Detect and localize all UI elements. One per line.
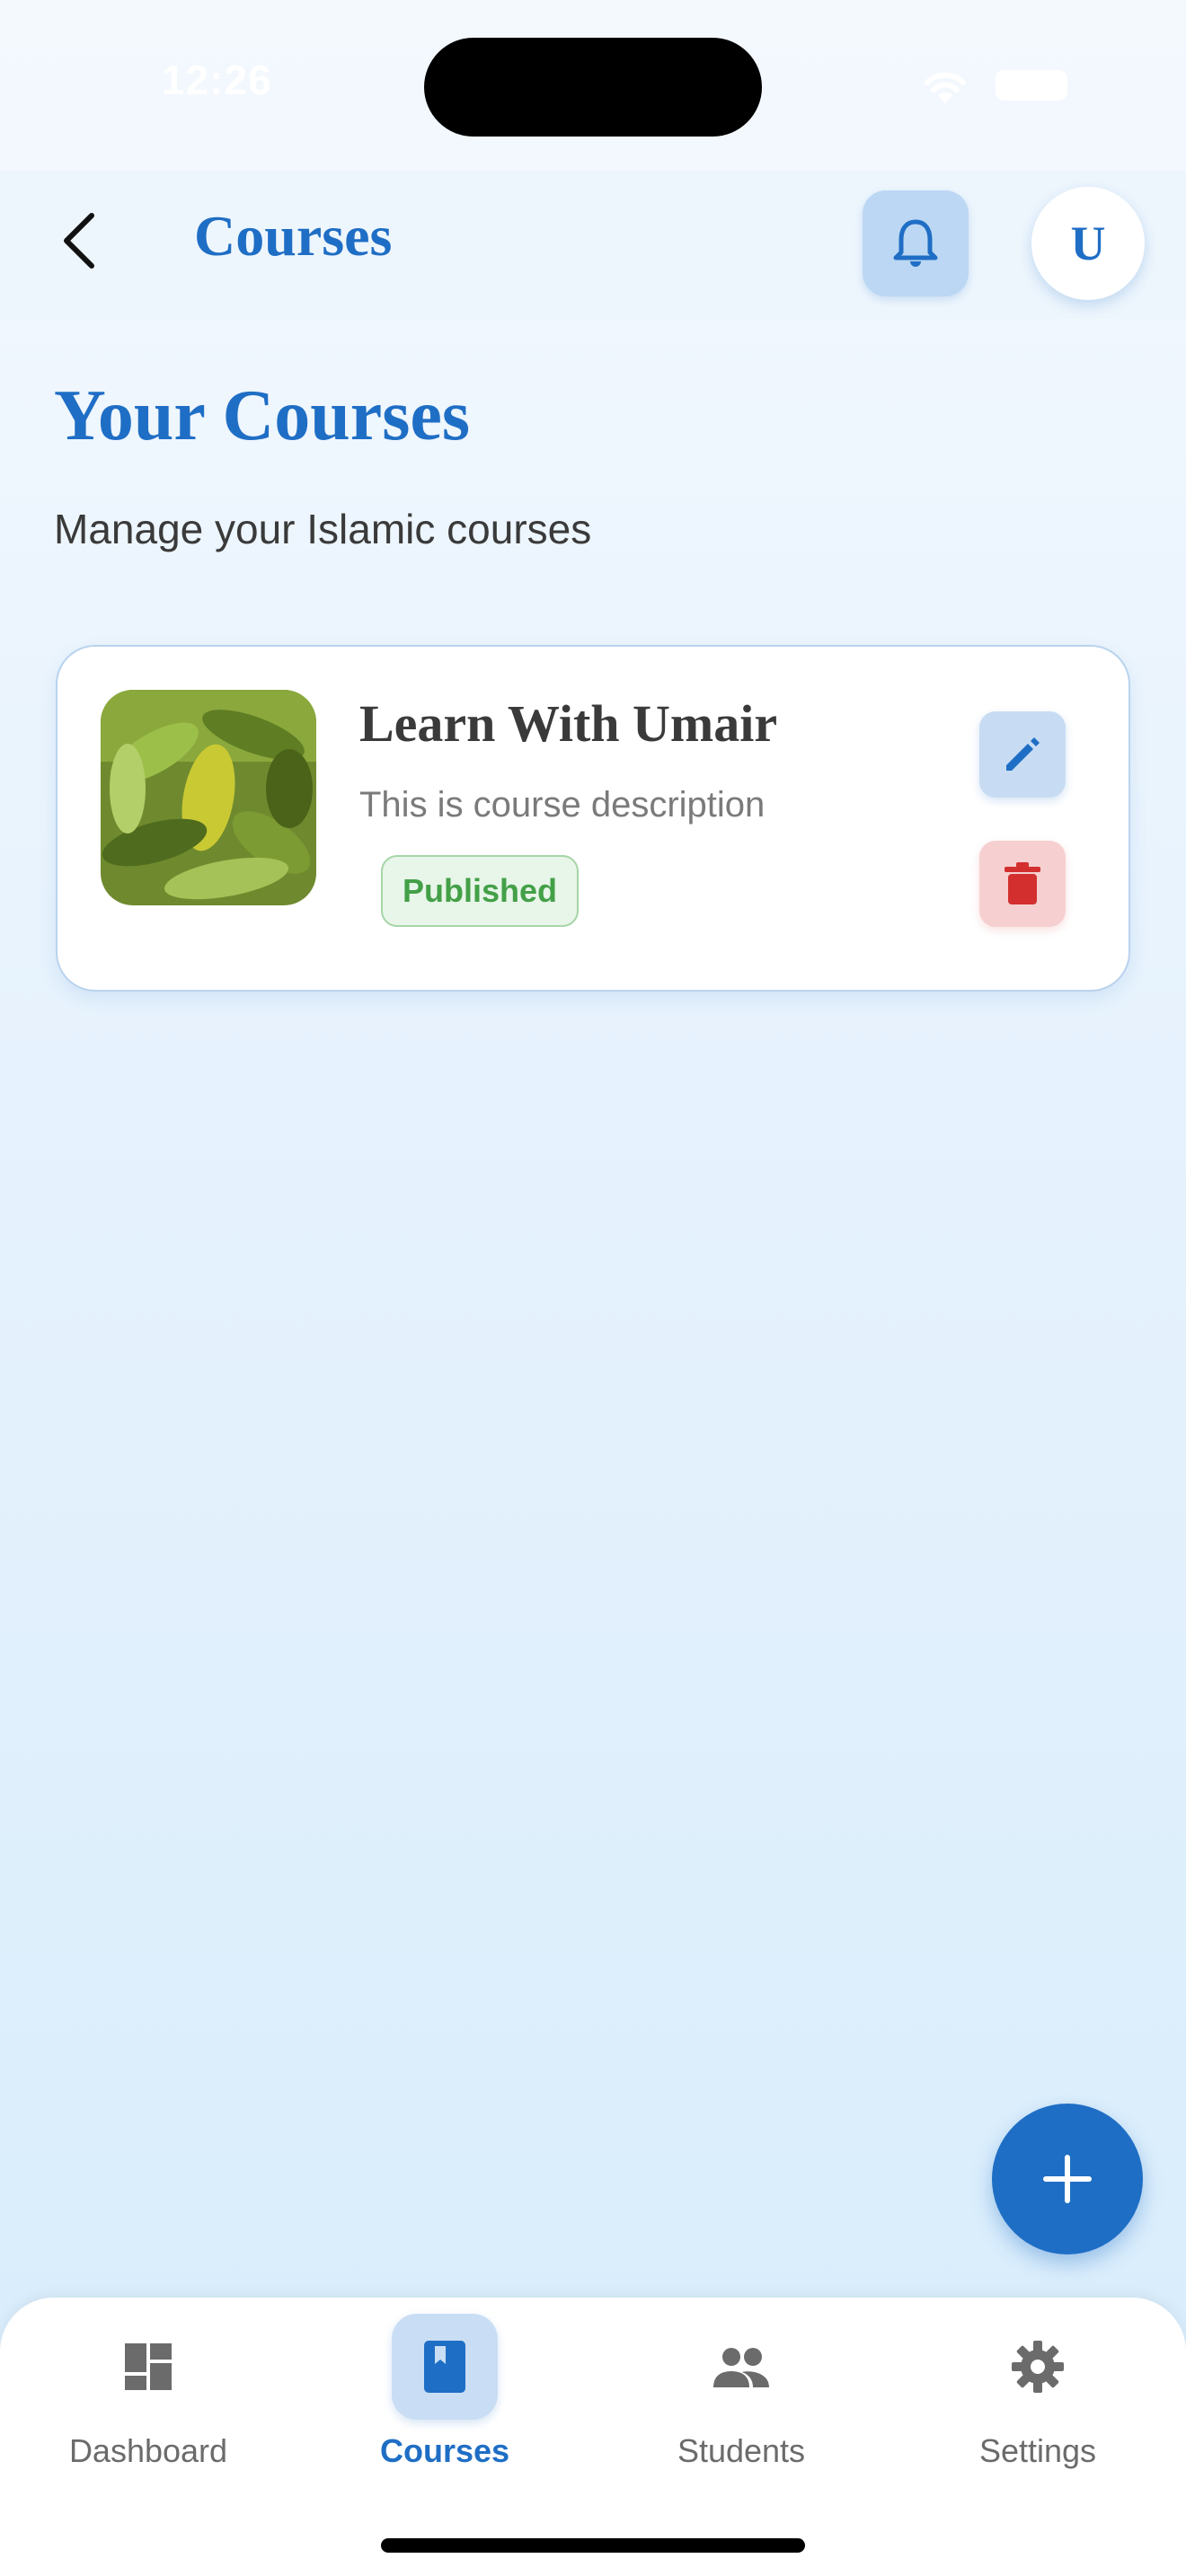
- pencil-icon: [1006, 737, 1040, 771]
- trash-icon: [1005, 862, 1040, 904]
- dynamic-island: [424, 38, 762, 137]
- nav-label-settings: Settings: [978, 2432, 1097, 2469]
- status-badge: Published: [381, 855, 579, 927]
- people-icon: [688, 2314, 794, 2420]
- nav-label-courses: Courses: [379, 2432, 510, 2469]
- course-card[interactable]: Learn With Umair This is course descript…: [56, 645, 1130, 992]
- delete-course-button[interactable]: [979, 841, 1066, 927]
- app-bar-title: Courses: [194, 204, 393, 268]
- page-heading: Your Courses: [54, 376, 471, 455]
- status-time: 12:26: [162, 57, 272, 103]
- avatar[interactable]: U: [1031, 187, 1145, 300]
- battery-icon: [996, 70, 1067, 101]
- book-icon: [392, 2314, 498, 2420]
- nav-item-settings[interactable]: Settings: [890, 2314, 1186, 2475]
- bell-icon: [893, 219, 938, 267]
- app-bar: [0, 171, 1186, 319]
- leaf-photo: [101, 690, 316, 905]
- notifications-button[interactable]: [863, 190, 969, 296]
- page-subtitle: Manage your Islamic courses: [54, 506, 592, 552]
- back-button[interactable]: [47, 208, 111, 273]
- gear-icon: [985, 2314, 1091, 2420]
- edit-course-button[interactable]: [979, 711, 1066, 798]
- course-thumbnail: [101, 690, 316, 905]
- course-description: This is course description: [359, 785, 766, 825]
- nav-label-dashboard: Dashboard: [68, 2432, 228, 2469]
- nav-item-students[interactable]: Students: [593, 2314, 890, 2475]
- dashboard-icon: [95, 2314, 201, 2420]
- avatar-initial: U: [1070, 216, 1106, 270]
- nav-item-courses[interactable]: Courses: [296, 2314, 593, 2475]
- nav-item-dashboard[interactable]: Dashboard: [0, 2314, 296, 2475]
- chevron-left-icon: [64, 213, 94, 269]
- course-title: Learn With Umair: [359, 694, 778, 753]
- add-course-button[interactable]: [992, 2104, 1143, 2254]
- plus-icon: [1043, 2155, 1092, 2203]
- wifi-icon: [925, 72, 966, 104]
- status-bar: 12:26: [0, 0, 1186, 171]
- home-indicator: [381, 2538, 805, 2553]
- nav-label-students: Students: [677, 2432, 806, 2469]
